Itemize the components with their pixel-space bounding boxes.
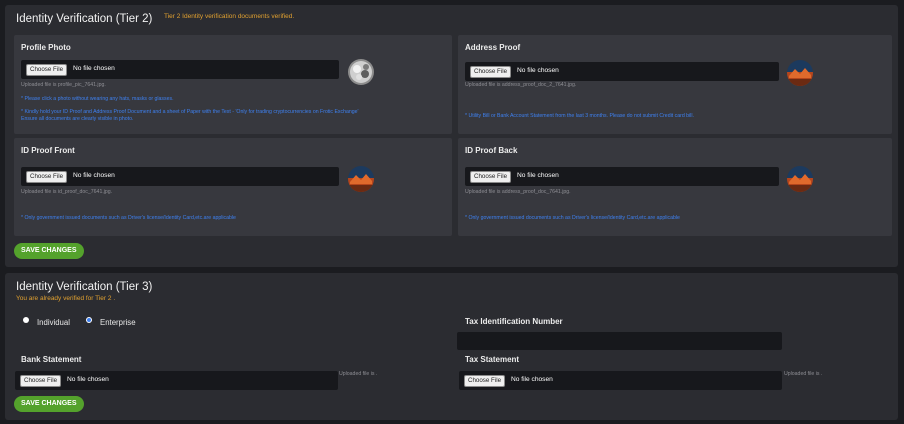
save-changes-button[interactable]: SAVE CHANGES <box>14 396 84 412</box>
address-proof-thumbnail <box>787 60 813 86</box>
profile-photo-label: Profile Photo <box>21 43 71 52</box>
enterprise-radio[interactable] <box>86 317 92 323</box>
id-proof-front-card: ID Proof Front Choose File No file chose… <box>14 138 452 236</box>
profile-photo-hint: Ensure all documents are clearly visible… <box>21 116 134 122</box>
address-proof-uploaded-text: Uploaded file is address_proof_doc_2_764… <box>465 82 577 88</box>
tax-id-label: Tax Identification Number <box>465 317 563 326</box>
profile-photo-card: Profile Photo Choose File No file chosen… <box>14 35 452 134</box>
id-proof-back-label: ID Proof Back <box>465 146 518 155</box>
id-proof-back-file-input[interactable]: Choose File No file chosen <box>465 167 779 186</box>
individual-label: Individual <box>37 318 70 327</box>
choose-file-button[interactable]: Choose File <box>26 171 68 183</box>
tier2-status: Tier 2 Identity verification documents v… <box>164 13 295 20</box>
profile-photo-thumbnail <box>348 59 374 85</box>
no-file-text: No file chosen <box>517 67 559 74</box>
tier2-panel: Identity Verification (Tier 2) Tier 2 Id… <box>5 5 898 267</box>
profile-photo-uploaded-text: Uploaded file is profile_pic_7641.jpg. <box>21 82 106 88</box>
address-proof-file-input[interactable]: Choose File No file chosen <box>465 62 779 81</box>
tax-statement-uploaded-text: Uploaded file is . <box>784 371 823 377</box>
bank-statement-label: Bank Statement <box>21 355 82 364</box>
address-proof-label: Address Proof <box>465 43 521 52</box>
individual-radio[interactable] <box>23 317 29 323</box>
address-proof-hint: * Utility Bill or Bank Account Statement… <box>465 113 694 119</box>
save-changes-button[interactable]: SAVE CHANGES <box>14 243 84 259</box>
choose-file-button[interactable]: Choose File <box>470 171 512 183</box>
choose-file-button[interactable]: Choose File <box>20 375 62 387</box>
id-proof-front-label: ID Proof Front <box>21 146 75 155</box>
tier3-panel: Identity Verification (Tier 3) You are a… <box>5 273 898 420</box>
id-proof-back-hint: * Only government issued documents such … <box>465 215 680 221</box>
bank-statement-file-input[interactable]: Choose File No file chosen <box>15 371 338 390</box>
id-proof-back-uploaded-text: Uploaded file is address_proof_doc_7641.… <box>465 189 571 195</box>
bank-statement-uploaded-text: Uploaded file is . <box>339 371 378 377</box>
profile-photo-hint: * Kindly hold your ID Proof and Address … <box>21 109 359 115</box>
tax-statement-label: Tax Statement <box>465 355 520 364</box>
no-file-text: No file chosen <box>73 65 115 72</box>
address-proof-card: Address Proof Choose File No file chosen… <box>458 35 892 134</box>
tax-id-input[interactable] <box>457 332 782 350</box>
no-file-text: No file chosen <box>517 172 559 179</box>
tier3-status: You are already verified for Tier 2 . <box>16 295 116 302</box>
choose-file-button[interactable]: Choose File <box>470 66 512 78</box>
profile-photo-file-input[interactable]: Choose File No file chosen <box>21 60 339 79</box>
id-proof-back-thumbnail <box>787 166 813 192</box>
id-proof-front-file-input[interactable]: Choose File No file chosen <box>21 167 339 186</box>
id-proof-front-uploaded-text: Uploaded file is id_proof_doc_7641.jpg. <box>21 189 113 195</box>
profile-photo-hint: * Please click a photo without wearing a… <box>21 96 174 102</box>
choose-file-button[interactable]: Choose File <box>26 64 68 76</box>
enterprise-label: Enterprise <box>100 318 136 327</box>
no-file-text: No file chosen <box>67 376 109 383</box>
no-file-text: No file chosen <box>73 172 115 179</box>
no-file-text: No file chosen <box>511 376 553 383</box>
id-proof-back-card: ID Proof Back Choose File No file chosen… <box>458 138 892 236</box>
tier3-title: Identity Verification (Tier 3) <box>16 281 153 293</box>
choose-file-button[interactable]: Choose File <box>464 375 506 387</box>
tier2-title: Identity Verification (Tier 2) <box>16 13 153 25</box>
id-proof-front-thumbnail <box>348 166 374 192</box>
id-proof-front-hint: * Only government issued documents such … <box>21 215 236 221</box>
tax-statement-file-input[interactable]: Choose File No file chosen <box>459 371 782 390</box>
